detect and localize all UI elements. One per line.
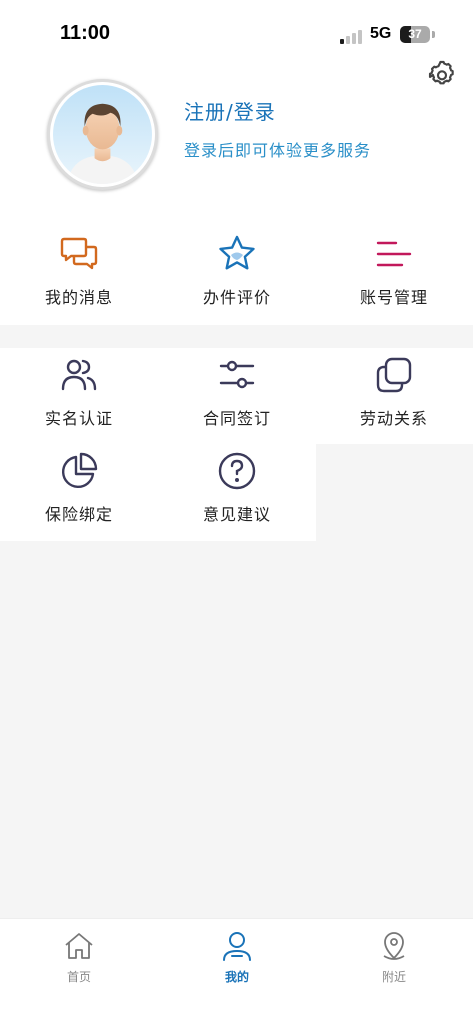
tab-mine[interactable]: 我的 (158, 930, 316, 985)
labor-relations-button[interactable]: 劳动关系 (315, 355, 473, 429)
tab-nearby-label: 附近 (381, 970, 406, 984)
insurance-binding-label: 保险绑定 (44, 505, 113, 524)
status-time: 11:00 (60, 22, 111, 44)
pie-chart-icon (61, 452, 98, 489)
real-name-auth-label: 实名认证 (44, 409, 113, 428)
status-bar: 11:00 5G 37 (0, 0, 473, 70)
users-icon (61, 359, 97, 391)
contract-signing-button[interactable]: 合同签订 (158, 355, 316, 429)
login-hint: 登录后即可体验更多服务 (184, 141, 372, 160)
network-type: 5G (370, 25, 392, 42)
labor-relations-label: 劳动关系 (359, 409, 428, 428)
settings-gear-icon[interactable] (426, 58, 458, 90)
signal-icon (340, 28, 366, 44)
default-avatar-icon (53, 85, 152, 184)
my-messages-button[interactable]: 我的消息 (0, 234, 158, 308)
copy-icon (376, 357, 412, 393)
avatar[interactable] (47, 79, 158, 190)
star-icon (219, 235, 255, 270)
feedback-label: 意见建议 (202, 505, 271, 524)
service-evaluation-label: 办件评价 (202, 288, 271, 307)
tab-mine-label: 我的 (224, 970, 249, 984)
tab-nearby[interactable]: 附近 (315, 930, 473, 985)
help-circle-icon (218, 452, 256, 490)
battery-icon: 37 (400, 26, 430, 43)
chat-bubbles-icon (60, 237, 98, 270)
tab-home-label: 首页 (66, 970, 91, 984)
insurance-binding-button[interactable]: 保险绑定 (0, 451, 158, 525)
contract-signing-label: 合同签订 (202, 409, 271, 428)
my-messages-label: 我的消息 (44, 288, 113, 307)
service-evaluation-button[interactable]: 办件评价 (158, 234, 316, 308)
menu-lines-icon (376, 241, 412, 267)
battery-cap (432, 31, 435, 38)
battery-level: 37 (408, 27, 422, 41)
feedback-button[interactable]: 意见建议 (158, 451, 316, 525)
home-icon (65, 933, 93, 959)
real-name-auth-button[interactable]: 实名认证 (0, 355, 158, 429)
account-management-label: 账号管理 (359, 288, 428, 307)
account-management-button[interactable]: 账号管理 (315, 234, 473, 308)
user-icon (223, 932, 251, 961)
login-register-link[interactable]: 注册/登录 (184, 96, 276, 125)
sliders-icon (219, 360, 255, 389)
tab-home[interactable]: 首页 (0, 930, 158, 985)
location-pin-icon (383, 932, 405, 960)
